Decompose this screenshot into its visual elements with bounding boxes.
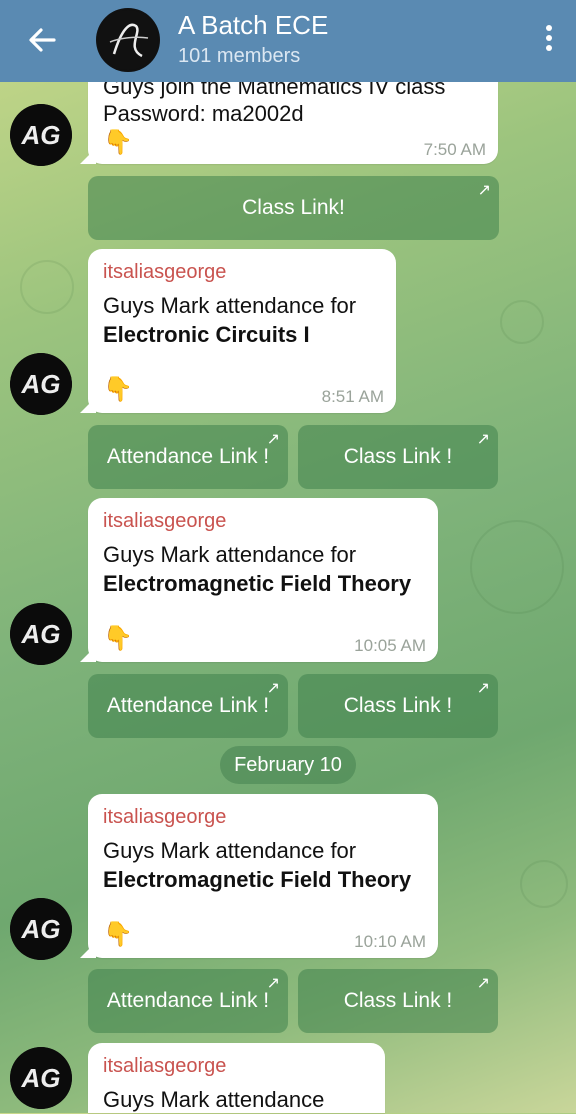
chat-title[interactable]: A Batch ECE <box>178 10 328 41</box>
svg-text:AG: AG <box>21 120 61 150</box>
sender-name[interactable]: itsaliasgeorge <box>103 806 226 829</box>
sender-name[interactable]: itsaliasgeorge <box>103 1055 226 1078</box>
message-text-bold: Electromagnetic Field Theory <box>103 571 412 596</box>
date-separator: February 10 <box>220 746 356 784</box>
member-count: 101 members <box>178 45 301 67</box>
avatar[interactable]: AG <box>10 603 72 665</box>
external-link-icon: ↗ <box>477 182 491 199</box>
message-time: 10:10 AM <box>354 932 426 951</box>
attendance-link-button[interactable]: Attendance Link ! ↗ <box>88 969 288 1033</box>
svg-text:AG: AG <box>21 369 61 399</box>
class-link-button[interactable]: Class Link ! ↗ <box>298 674 498 738</box>
external-link-icon: ↗ <box>266 680 280 697</box>
svg-text:AG: AG <box>21 914 61 944</box>
external-link-icon: ↗ <box>476 431 490 448</box>
external-link-icon: ↗ <box>476 680 490 697</box>
avatar[interactable]: AG <box>10 898 72 960</box>
attendance-link-button[interactable]: Attendance Link ! ↗ <box>88 674 288 738</box>
message-bubble[interactable]: itsaliasgeorge Guys Mark attendance for … <box>80 498 438 662</box>
message-text: Guys Mark attendance for <box>103 293 357 318</box>
ag-logo-icon: AG <box>10 898 72 960</box>
ag-logo-icon: AG <box>10 104 72 166</box>
message-text-bold: Electronic Circuits I <box>103 322 310 347</box>
message-text: Guys Mark attendance for <box>103 542 357 567</box>
group-avatar[interactable] <box>96 8 160 72</box>
ag-logo-icon: AG <box>10 353 72 415</box>
background-doodle <box>20 260 74 314</box>
external-link-icon: ↗ <box>266 975 280 992</box>
message-text-bold: Electromagnetic Field Theory <box>103 867 412 892</box>
message-time: 7:50 AM <box>423 140 486 159</box>
more-vertical-icon[interactable] <box>544 22 554 58</box>
class-link-button[interactable]: Class Link ! ↗ <box>298 425 498 489</box>
svg-text:AG: AG <box>21 619 61 649</box>
svg-text:AG: AG <box>21 1063 61 1093</box>
avatar[interactable]: AG <box>10 1047 72 1109</box>
class-link-button[interactable]: Class Link! ↗ <box>88 176 499 240</box>
pointing-down-emoji: 👇 <box>103 625 133 652</box>
arrow-left-icon <box>29 28 56 52</box>
group-logo-icon <box>98 10 158 70</box>
message-text: Guys Mark attendance for <box>103 838 357 863</box>
ag-logo-icon: AG <box>10 603 72 665</box>
message-text: Guys Mark attendance <box>103 1087 325 1112</box>
message-bubble[interactable]: itsaliasgeorge Guys Mark attendance for … <box>80 249 396 413</box>
message-bubble[interactable]: itsaliasgeorge Guys Mark attendance <box>88 1043 385 1113</box>
attendance-link-button[interactable]: Attendance Link ! ↗ <box>88 425 288 489</box>
avatar[interactable]: AG <box>10 104 72 166</box>
background-doodle <box>520 860 568 908</box>
message-time: 10:05 AM <box>354 636 426 655</box>
background-doodle <box>470 520 564 614</box>
pointing-down-emoji: 👇 <box>103 129 133 156</box>
sender-name[interactable]: itsaliasgeorge <box>103 261 226 284</box>
message-bubble[interactable]: itsaliasgeorge Guys Mark attendance for … <box>80 794 438 958</box>
avatar[interactable]: AG <box>10 353 72 415</box>
chat-header: A Batch ECE 101 members <box>0 0 576 82</box>
class-link-button[interactable]: Class Link ! ↗ <box>298 969 498 1033</box>
external-link-icon: ↗ <box>266 431 280 448</box>
background-doodle <box>500 300 544 344</box>
back-button[interactable] <box>24 22 60 58</box>
external-link-icon: ↗ <box>476 975 490 992</box>
message-time: 8:51 AM <box>321 387 384 406</box>
sender-name[interactable]: itsaliasgeorge <box>103 510 226 533</box>
pointing-down-emoji: 👇 <box>103 921 133 948</box>
ag-logo-icon: AG <box>10 1047 72 1109</box>
pointing-down-emoji: 👇 <box>103 376 133 403</box>
message-text: Password: ma2002d <box>103 101 304 126</box>
